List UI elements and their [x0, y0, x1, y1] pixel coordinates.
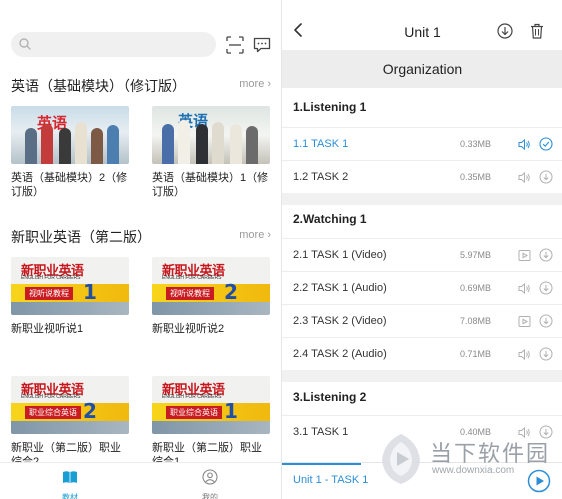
navigation-bar: Unit 1: [282, 0, 562, 48]
list-item[interactable]: 2.4 TASK 2 (Audio) 0.71MB: [282, 337, 562, 370]
list-item[interactable]: 2.1 TASK 1 (Video) 5.97MB: [282, 238, 562, 271]
search-input[interactable]: [11, 32, 216, 57]
video-icon[interactable]: [518, 249, 531, 262]
book-cover: 新职业英语 ENGLISH FOR CAREERS 职业综合英语 1: [152, 376, 270, 434]
audio-player-bar[interactable]: Unit 1 - TASK 1: [282, 462, 562, 499]
message-icon[interactable]: [253, 37, 271, 53]
item-size: 5.97MB: [459, 250, 491, 260]
download-icon[interactable]: [539, 425, 553, 439]
list-item[interactable]: 1.1 TASK 1 0.33MB: [282, 127, 562, 160]
item-size: 0.71MB: [459, 349, 491, 359]
group-divider: [282, 193, 562, 205]
group-title: 1.Listening 1: [293, 100, 367, 114]
item-size: 7.08MB: [459, 316, 491, 326]
book-card[interactable]: 英语 英语（基础模块）1（修订版）: [152, 106, 270, 199]
unit-content-panel: Unit 1 Organization 1.Listening 1 1.1 TA…: [281, 0, 562, 499]
item-name: 1.2 TASK 2: [293, 171, 349, 183]
download-icon[interactable]: [539, 347, 553, 361]
audio-icon[interactable]: [518, 282, 531, 295]
download-icon[interactable]: [539, 314, 553, 328]
book-icon: [63, 471, 77, 483]
book-cover: 英语: [152, 106, 270, 164]
audio-icon[interactable]: [518, 138, 531, 151]
play-icon[interactable]: [527, 469, 551, 493]
section-header: 英语（基础模块）（修订版） more ›: [11, 76, 271, 96]
book-title: 新职业视听说1: [11, 323, 84, 335]
book-title: 英语（基础模块）2（修订版）: [11, 172, 128, 198]
list-item[interactable]: 2.3 TASK 2 (Video) 7.08MB: [282, 304, 562, 337]
download-icon[interactable]: [539, 170, 553, 184]
tab-textbooks[interactable]: 教材: [40, 469, 100, 499]
audio-icon[interactable]: [518, 348, 531, 361]
book-cover: 新职业英语 ENGLISH FOR CAREERS 职业综合英语 2: [11, 376, 129, 434]
item-name: 1.1 TASK 1: [293, 138, 349, 150]
playback-progress: [282, 463, 361, 465]
list-item[interactable]: 2.2 TASK 1 (Audio) 0.69MB: [282, 271, 562, 304]
book-card[interactable]: 新职业英语 ENGLISH FOR CAREERS 视听说教程 2 新职业视听说2: [152, 257, 270, 336]
page-title: Unit 1: [404, 24, 441, 40]
tab-label: 我的: [202, 493, 218, 499]
item-name: 2.4 TASK 2 (Audio): [293, 348, 387, 360]
book-cover: 英语: [11, 106, 129, 164]
list-item[interactable]: 1.2 TASK 2 0.35MB: [282, 160, 562, 193]
book-card[interactable]: 新职业英语 ENGLISH FOR CAREERS 视听说教程 1 新职业视听说1: [11, 257, 129, 336]
item-size: 0.69MB: [459, 283, 491, 293]
audio-icon[interactable]: [518, 171, 531, 184]
list-item[interactable]: 3.1 TASK 1 0.40MB: [282, 415, 562, 448]
download-icon[interactable]: [539, 248, 553, 262]
download-icon[interactable]: [497, 23, 513, 39]
check-circle-icon[interactable]: [539, 137, 553, 151]
trash-icon[interactable]: [530, 23, 544, 39]
chevron-right-icon: ›: [267, 229, 271, 241]
download-icon[interactable]: [539, 281, 553, 295]
book-card[interactable]: 新职业英语 ENGLISH FOR CAREERS 职业综合英语 1 新职业（第二…: [152, 376, 270, 469]
search-icon: [19, 38, 31, 50]
book-cover: 新职业英语 ENGLISH FOR CAREERS 视听说教程 2: [152, 257, 270, 315]
section-header: 新职业英语（第二版） more ›: [11, 227, 271, 247]
scan-icon[interactable]: [226, 36, 244, 54]
group-divider: [282, 370, 562, 382]
item-size: 0.40MB: [459, 427, 491, 437]
book-cover: 新职业英语 ENGLISH FOR CAREERS 视听说教程 1: [11, 257, 129, 315]
book-card[interactable]: 新职业英语 ENGLISH FOR CAREERS 职业综合英语 2 新职业（第二…: [11, 376, 129, 469]
book-title: 英语（基础模块）1（修订版）: [152, 172, 269, 198]
item-size: 0.33MB: [459, 139, 491, 149]
section-header-organization: Organization: [282, 50, 562, 88]
item-name: 3.1 TASK 1: [293, 426, 349, 438]
group-title: 3.Listening 2: [293, 390, 367, 404]
textbook-library-panel: 英语（基础模块）（修订版） more › 英语 英语（基础模块）2（修订版） 英语…: [0, 0, 281, 499]
item-name: 2.1 TASK 1 (Video): [293, 249, 387, 261]
book-card[interactable]: 英语 英语（基础模块）2（修订版）: [11, 106, 129, 199]
person-icon: [202, 469, 218, 485]
more-link[interactable]: more ›: [239, 78, 271, 90]
item-name: 2.2 TASK 1 (Audio): [293, 282, 387, 294]
book-title: 新职业视听说2: [152, 323, 225, 335]
audio-icon[interactable]: [518, 426, 531, 439]
item-size: 0.35MB: [459, 172, 491, 182]
chevron-right-icon: ›: [267, 78, 271, 90]
video-icon[interactable]: [518, 315, 531, 328]
section-title: 英语（基础模块）（修订版）: [11, 78, 186, 94]
group-title: 2.Watching 1: [293, 212, 367, 226]
more-link[interactable]: more ›: [239, 229, 271, 241]
now-playing-title: Unit 1 - TASK 1: [293, 474, 369, 486]
tab-label: 教材: [62, 493, 78, 499]
item-name: 2.3 TASK 2 (Video): [293, 315, 387, 327]
bottom-tab-bar: 教材 我的: [0, 462, 281, 499]
section-title: 新职业英语（第二版）: [11, 229, 151, 245]
tab-mine[interactable]: 我的: [180, 469, 240, 499]
